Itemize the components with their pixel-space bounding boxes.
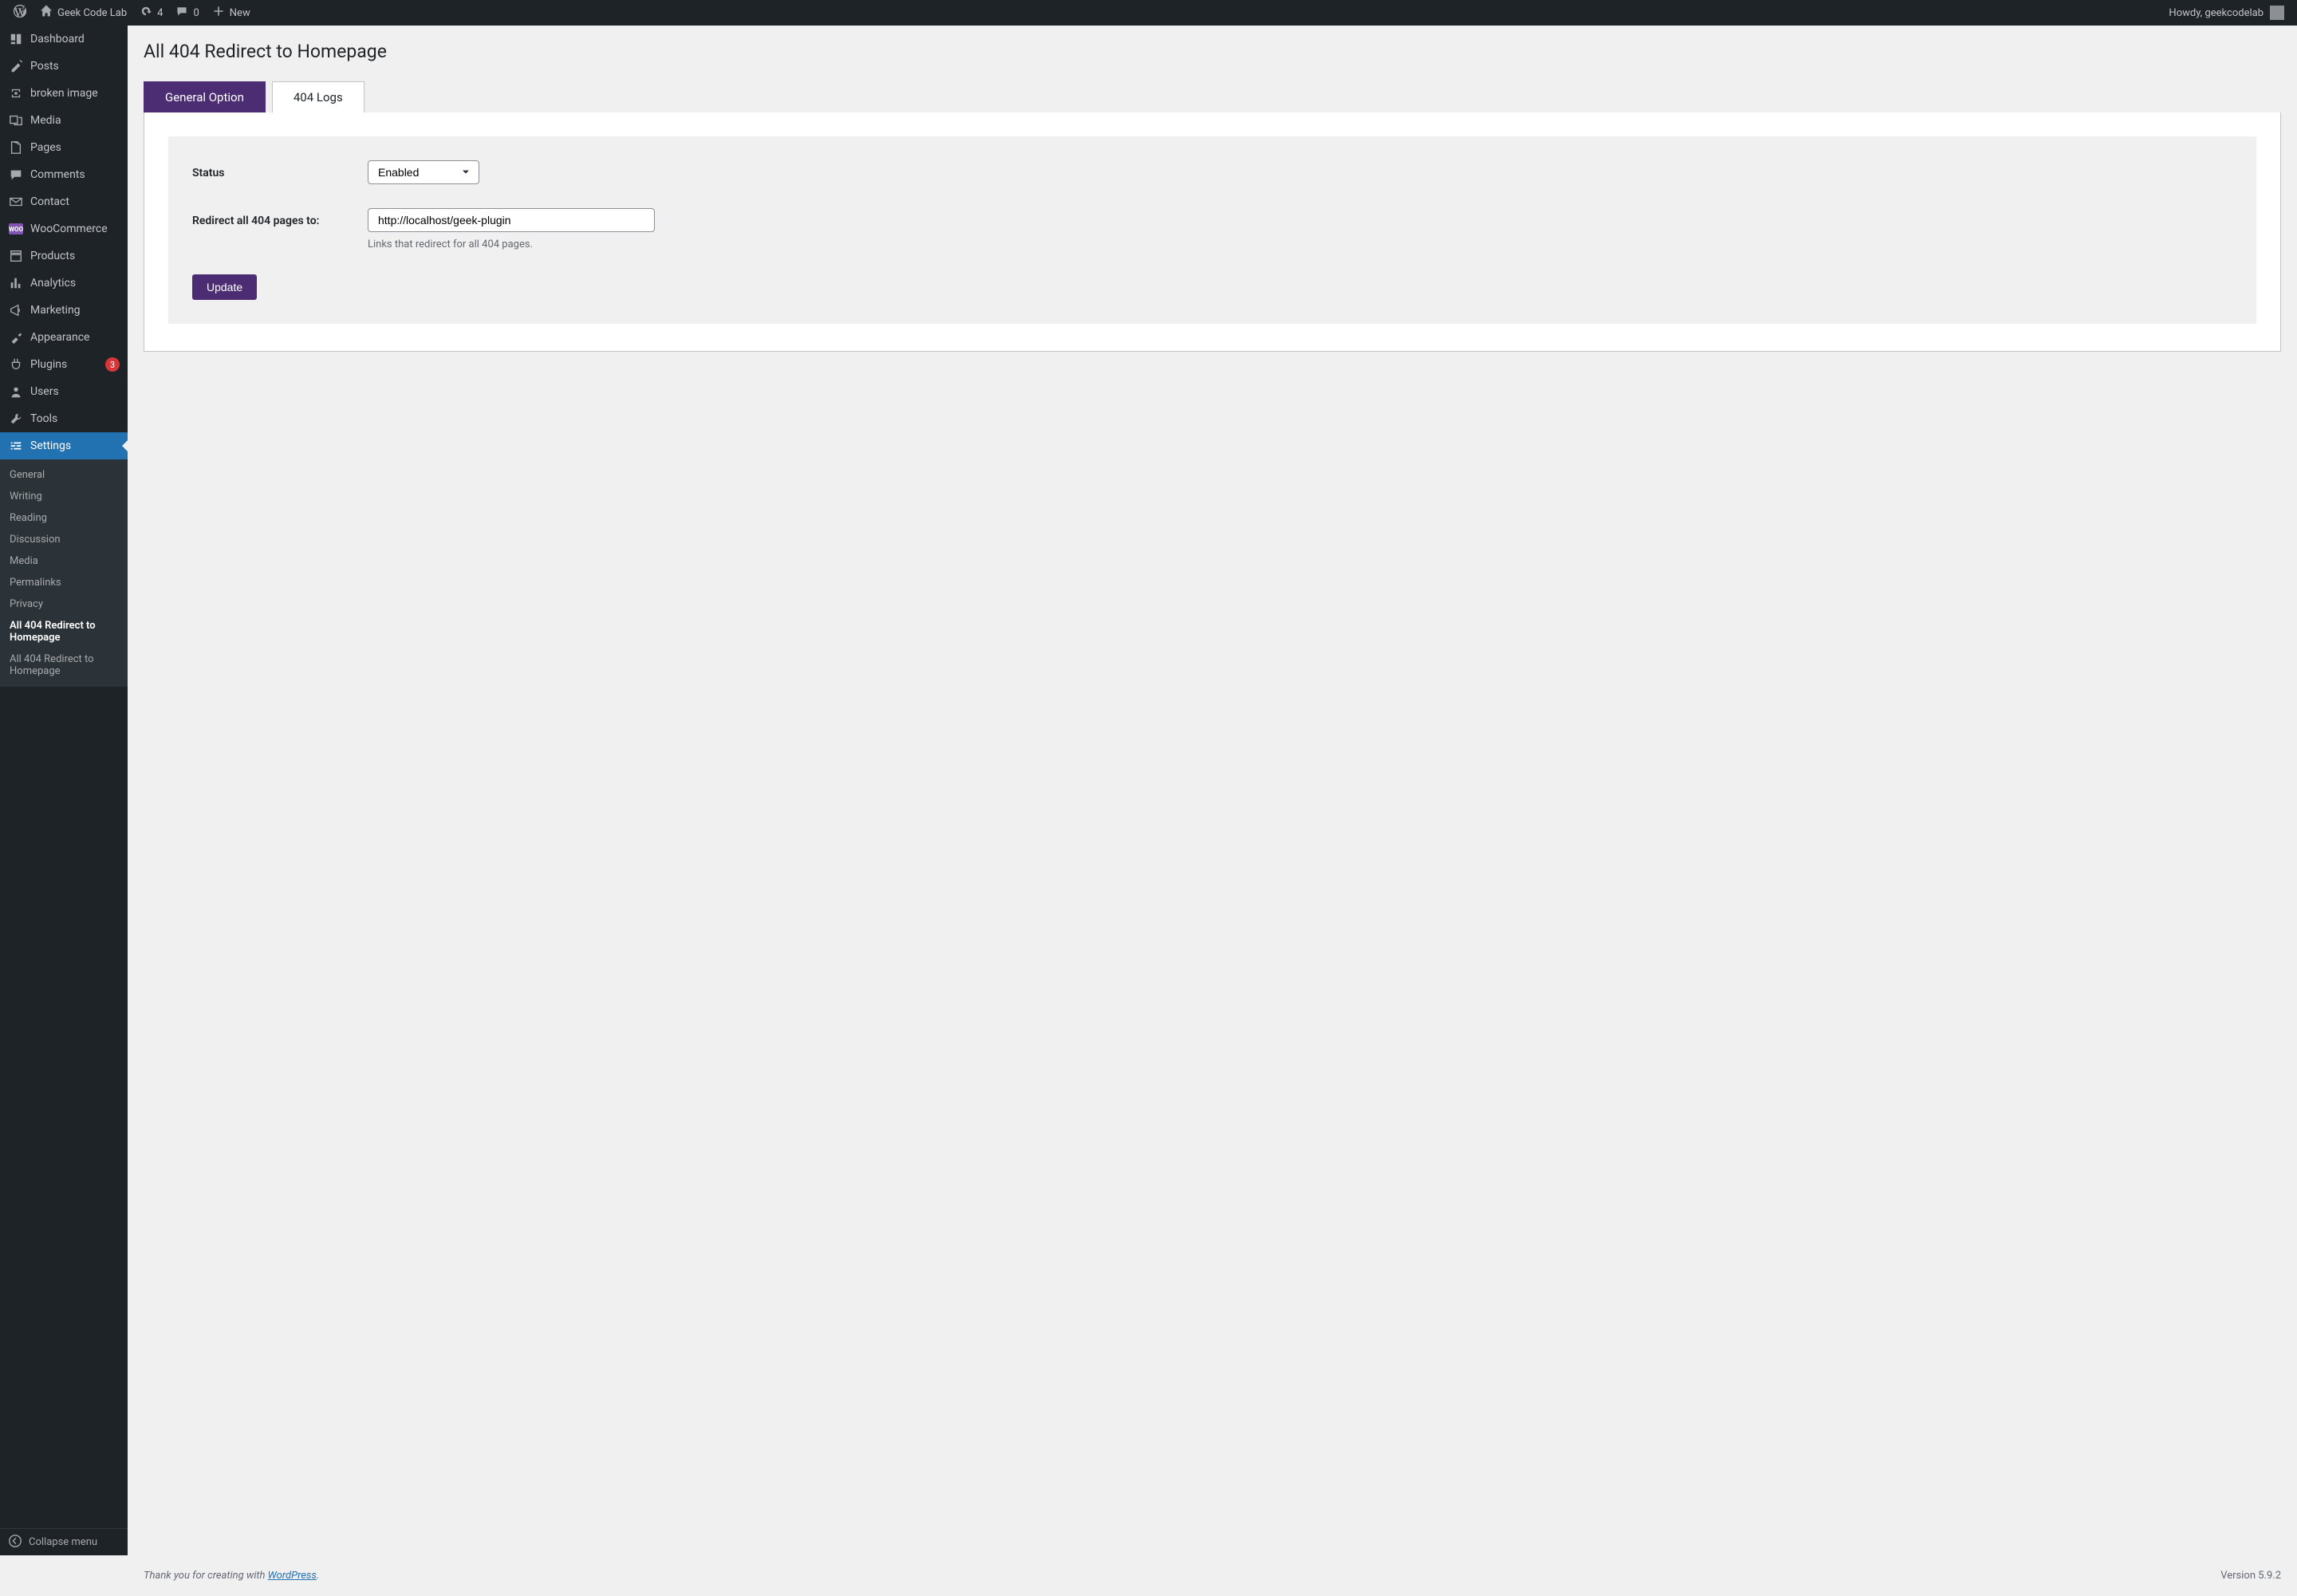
- sidebar-item-brokenimage[interactable]: broken image: [0, 80, 128, 107]
- avatar-icon: [2270, 6, 2284, 20]
- redirect-help-text: Links that redirect for all 404 pages.: [368, 238, 2232, 250]
- site-name-text: Geek Code Lab: [57, 7, 127, 19]
- sidebar-subitem[interactable]: All 404 Redirect to Homepage: [0, 648, 128, 682]
- sidebar-item-label: Media: [30, 114, 120, 127]
- comment-icon: [175, 5, 188, 21]
- status-select[interactable]: Enabled: [368, 160, 479, 184]
- update-icon: [140, 5, 152, 21]
- sidebar-item-tools[interactable]: Tools: [0, 405, 128, 432]
- marketing-icon: [8, 303, 24, 317]
- sidebar-item-products[interactable]: Products: [0, 242, 128, 270]
- tab-bar: General Option404 Logs: [144, 81, 2281, 112]
- sidebar-item-label: Dashboard: [30, 33, 120, 45]
- collapse-menu-button[interactable]: Collapse menu: [0, 1528, 128, 1555]
- update-badge: 3: [105, 357, 120, 372]
- howdy-text: Howdy, geekcodelab: [2169, 7, 2264, 19]
- tab-general-option[interactable]: General Option: [144, 81, 266, 112]
- comments-count: 0: [193, 7, 199, 19]
- sidebar-item-appearance[interactable]: Appearance: [0, 324, 128, 351]
- sidebar-item-label: Contact: [30, 195, 120, 208]
- sidebar-item-label: Products: [30, 250, 120, 262]
- media-icon: [8, 113, 24, 128]
- admin-bar: Geek Code Lab 4 0 New Howdy, geekcodelab: [0, 0, 2297, 26]
- update-button[interactable]: Update: [192, 274, 257, 300]
- redirect-url-input[interactable]: [368, 208, 655, 232]
- sidebar-item-label: Users: [30, 385, 120, 398]
- plus-icon: [212, 5, 225, 21]
- sidebar-item-contact[interactable]: Contact: [0, 188, 128, 215]
- sidebar-subitem[interactable]: Writing: [0, 486, 128, 507]
- sidebar-item-label: Settings: [30, 439, 120, 452]
- sidebar-item-plugins[interactable]: Plugins3: [0, 351, 128, 378]
- wordpress-link[interactable]: WordPress: [268, 1570, 317, 1582]
- sidebar-item-analytics[interactable]: Analytics: [0, 270, 128, 297]
- dashboard-icon: [8, 32, 24, 46]
- settings-form: Status Enabled Redirect all 404 pages to…: [168, 136, 2256, 324]
- analytics-icon: [8, 276, 24, 290]
- settings-icon: [8, 439, 24, 453]
- redirect-label: Redirect all 404 pages to:: [192, 208, 368, 227]
- sidebar-submenu: GeneralWritingReadingDiscussionMediaPerm…: [0, 459, 128, 687]
- home-icon: [40, 5, 53, 21]
- sidebar-item-label: Analytics: [30, 277, 120, 290]
- sidebar-subitem[interactable]: Media: [0, 550, 128, 572]
- tools-icon: [8, 412, 24, 426]
- sidebar-subitem[interactable]: Permalinks: [0, 572, 128, 593]
- sidebar-subitem[interactable]: Discussion: [0, 529, 128, 550]
- page-title: All 404 Redirect to Homepage: [144, 33, 2281, 65]
- appearance-icon: [8, 330, 24, 345]
- users-icon: [8, 384, 24, 399]
- site-name-link[interactable]: Geek Code Lab: [33, 0, 133, 26]
- sidebar-subitem[interactable]: Reading: [0, 507, 128, 529]
- collapse-icon: [8, 1534, 22, 1551]
- wordpress-icon: [13, 4, 27, 22]
- version-text: Version 5.9.2: [2220, 1570, 2281, 1582]
- plugins-icon: [8, 357, 24, 372]
- sidebar-item-comments[interactable]: Comments: [0, 161, 128, 188]
- sidebar-item-settings[interactable]: Settings: [0, 432, 128, 459]
- account-link[interactable]: Howdy, geekcodelab: [2162, 0, 2291, 26]
- sidebar-item-label: Pages: [30, 141, 120, 154]
- comments-icon: [8, 167, 24, 182]
- sidebar-item-label: WooCommerce: [30, 223, 120, 235]
- woocommerce-icon: WOO: [8, 223, 24, 234]
- sidebar-item-posts[interactable]: Posts: [0, 53, 128, 80]
- sidebar-item-media[interactable]: Media: [0, 107, 128, 134]
- new-content-link[interactable]: New: [206, 0, 257, 26]
- comments-link[interactable]: 0: [169, 0, 205, 26]
- new-label: New: [230, 7, 250, 19]
- sidebar-item-marketing[interactable]: Marketing: [0, 297, 128, 324]
- collapse-label: Collapse menu: [29, 1536, 97, 1548]
- wp-logo-button[interactable]: [6, 0, 33, 26]
- contact-icon: [8, 195, 24, 209]
- sidebar-item-label: Tools: [30, 412, 120, 425]
- admin-footer: Thank you for creating with WordPress. V…: [128, 1555, 2297, 1596]
- sidebar-subitem[interactable]: Privacy: [0, 593, 128, 615]
- settings-panel: Status Enabled Redirect all 404 pages to…: [144, 112, 2281, 352]
- status-label: Status: [192, 160, 368, 179]
- updates-count: 4: [157, 7, 163, 19]
- posts-icon: [8, 59, 24, 73]
- footer-thanks: Thank you for creating with WordPress.: [144, 1570, 319, 1582]
- sidebar-item-woocommerce[interactable]: WOO WooCommerce: [0, 215, 128, 242]
- sidebar-item-label: Appearance: [30, 331, 120, 344]
- updates-link[interactable]: 4: [133, 0, 169, 26]
- tab-404-logs[interactable]: 404 Logs: [272, 81, 364, 112]
- sidebar-item-label: Comments: [30, 168, 120, 181]
- sidebar-item-dashboard[interactable]: Dashboard: [0, 26, 128, 53]
- sidebar-subitem[interactable]: General: [0, 464, 128, 486]
- admin-sidebar: Dashboard Posts broken image Media Pages Comm…: [0, 26, 128, 1555]
- sidebar-item-label: Posts: [30, 60, 120, 73]
- sidebar-subitem[interactable]: All 404 Redirect to Homepage: [0, 615, 128, 648]
- page-body: All 404 Redirect to Homepage General Opt…: [128, 26, 2297, 1555]
- sidebar-item-pages[interactable]: Pages: [0, 134, 128, 161]
- sidebar-item-label: Plugins: [30, 358, 102, 371]
- products-icon: [8, 249, 24, 263]
- sidebar-item-label: Marketing: [30, 304, 120, 317]
- sidebar-item-users[interactable]: Users: [0, 378, 128, 405]
- pages-icon: [8, 140, 24, 155]
- brokenimage-icon: [8, 86, 24, 100]
- sidebar-item-label: broken image: [30, 87, 120, 100]
